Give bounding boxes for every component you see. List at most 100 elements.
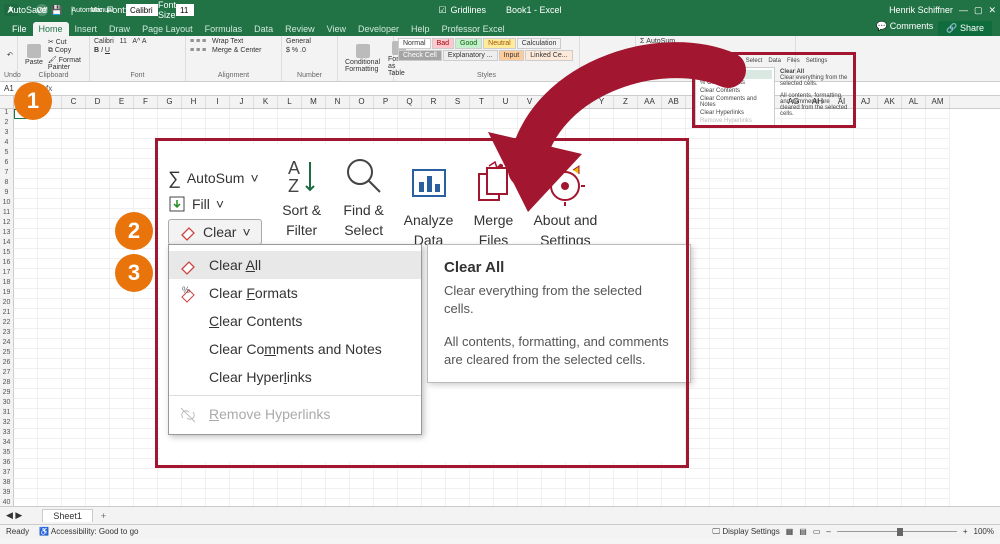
cell[interactable] xyxy=(302,489,326,499)
cell[interactable] xyxy=(86,469,110,479)
cell[interactable] xyxy=(902,449,926,459)
cell[interactable] xyxy=(878,429,902,439)
cell[interactable] xyxy=(902,309,926,319)
cell[interactable] xyxy=(470,499,494,506)
cell[interactable] xyxy=(902,299,926,309)
cell[interactable] xyxy=(734,469,758,479)
cell[interactable] xyxy=(734,179,758,189)
cell[interactable] xyxy=(710,219,734,229)
cell[interactable] xyxy=(230,129,254,139)
cell[interactable] xyxy=(782,289,806,299)
cell[interactable] xyxy=(782,349,806,359)
mini-clear-hyper[interactable]: Clear Hyperlinks xyxy=(698,109,772,117)
row-head[interactable]: 9 xyxy=(0,189,14,199)
cell[interactable] xyxy=(86,139,110,149)
cell[interactable] xyxy=(110,409,134,419)
cell[interactable] xyxy=(110,379,134,389)
row-head[interactable]: 28 xyxy=(0,379,14,389)
cell[interactable] xyxy=(830,159,854,169)
cell[interactable] xyxy=(830,369,854,379)
cell[interactable] xyxy=(926,139,950,149)
cell[interactable] xyxy=(182,479,206,489)
cell[interactable] xyxy=(686,139,710,149)
cell[interactable] xyxy=(14,179,38,189)
cell[interactable] xyxy=(422,469,446,479)
clear-hyperlinks-item[interactable]: Clear Hyperlinks xyxy=(169,363,421,391)
cell[interactable] xyxy=(158,499,182,506)
cell[interactable] xyxy=(878,149,902,159)
cell[interactable] xyxy=(398,469,422,479)
cell[interactable] xyxy=(686,439,710,449)
cell[interactable] xyxy=(566,129,590,139)
cell[interactable] xyxy=(758,489,782,499)
cell[interactable] xyxy=(86,169,110,179)
cell[interactable] xyxy=(446,489,470,499)
cell[interactable] xyxy=(206,479,230,489)
sheet-tab-1[interactable]: Sheet1 xyxy=(42,509,93,522)
save-icon[interactable]: 💾 xyxy=(51,4,63,16)
cell[interactable] xyxy=(926,299,950,309)
cell[interactable] xyxy=(854,129,878,139)
cell[interactable] xyxy=(14,389,38,399)
cell[interactable] xyxy=(422,109,446,119)
cell[interactable] xyxy=(926,179,950,189)
cell[interactable] xyxy=(566,469,590,479)
cell[interactable] xyxy=(926,279,950,289)
cell[interactable] xyxy=(926,489,950,499)
cell[interactable] xyxy=(806,179,830,189)
cell[interactable] xyxy=(854,219,878,229)
cell[interactable] xyxy=(638,489,662,499)
cell[interactable] xyxy=(134,479,158,489)
cell[interactable] xyxy=(254,119,278,129)
cell[interactable] xyxy=(134,339,158,349)
cell[interactable] xyxy=(638,129,662,139)
cell[interactable] xyxy=(782,369,806,379)
cell[interactable] xyxy=(926,209,950,219)
cell[interactable] xyxy=(62,279,86,289)
col-head[interactable]: AA xyxy=(638,96,662,108)
cell[interactable] xyxy=(710,309,734,319)
cell[interactable] xyxy=(62,369,86,379)
cell[interactable] xyxy=(422,489,446,499)
cell[interactable] xyxy=(206,109,230,119)
cell[interactable] xyxy=(158,129,182,139)
display-settings[interactable]: 🖵 Display Settings xyxy=(712,527,779,537)
cell[interactable] xyxy=(38,439,62,449)
cell[interactable] xyxy=(230,479,254,489)
cell[interactable] xyxy=(110,149,134,159)
cell[interactable] xyxy=(830,229,854,239)
cell[interactable] xyxy=(614,129,638,139)
cell[interactable] xyxy=(686,399,710,409)
cell[interactable] xyxy=(926,419,950,429)
cell[interactable] xyxy=(14,299,38,309)
cell[interactable] xyxy=(878,119,902,129)
cell[interactable] xyxy=(806,479,830,489)
cell[interactable] xyxy=(86,349,110,359)
cell[interactable] xyxy=(854,299,878,309)
cell[interactable] xyxy=(758,379,782,389)
cell[interactable] xyxy=(782,319,806,329)
cell[interactable] xyxy=(926,109,950,119)
cell[interactable] xyxy=(878,269,902,279)
cell[interactable] xyxy=(926,349,950,359)
cell[interactable] xyxy=(806,289,830,299)
cell[interactable] xyxy=(230,489,254,499)
merge-files-button[interactable]: MergeFiles xyxy=(471,164,515,248)
cell[interactable] xyxy=(806,359,830,369)
cell[interactable] xyxy=(38,339,62,349)
tab-file[interactable]: File xyxy=(6,22,33,36)
cell[interactable] xyxy=(758,339,782,349)
zoom-slider[interactable] xyxy=(837,531,957,532)
cell[interactable] xyxy=(830,449,854,459)
cell[interactable] xyxy=(110,309,134,319)
view-page-icon[interactable]: ▤ xyxy=(799,527,807,536)
cell[interactable] xyxy=(830,339,854,349)
cell[interactable] xyxy=(710,289,734,299)
cell[interactable] xyxy=(14,479,38,489)
cell[interactable] xyxy=(854,479,878,489)
cell[interactable] xyxy=(14,249,38,259)
cell[interactable] xyxy=(926,249,950,259)
min-icon[interactable]: — xyxy=(959,5,968,15)
cell[interactable] xyxy=(686,419,710,429)
cell[interactable] xyxy=(350,489,374,499)
